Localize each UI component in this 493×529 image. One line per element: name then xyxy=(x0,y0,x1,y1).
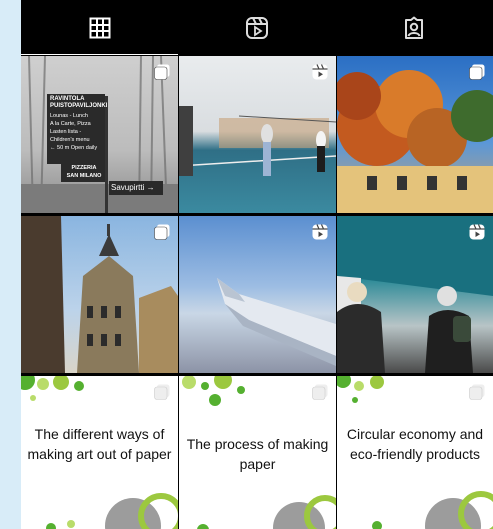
carousel-icon xyxy=(469,64,485,85)
reel-icon xyxy=(312,64,328,85)
post-tile[interactable]: RAVINTOLA PUISTOPAVILJONKI Lounas - Lunc… xyxy=(21,56,178,213)
tab-reels[interactable] xyxy=(178,0,335,55)
reel-icon xyxy=(469,224,485,245)
carousel-icon xyxy=(312,384,328,405)
sign-street: Savupirtti → xyxy=(111,183,155,192)
post-caption: Circular economy and eco-friendly produc… xyxy=(346,426,484,462)
post-tile[interactable] xyxy=(179,56,336,213)
carousel-icon xyxy=(154,64,170,85)
sign-pizzeria: PIZZERIA SAN MILANO xyxy=(66,165,102,179)
profile-content: RAVINTOLA PUISTOPAVILJONKI Lounas - Lunc… xyxy=(21,0,493,529)
reel-icon xyxy=(312,224,328,245)
post-caption: The different ways of making art out of … xyxy=(27,426,172,462)
carousel-icon xyxy=(154,224,170,245)
post-tile[interactable] xyxy=(337,216,493,373)
post-tile[interactable] xyxy=(337,56,493,213)
reels-icon xyxy=(245,16,268,39)
profile-tab-bar xyxy=(21,0,493,55)
post-tile[interactable]: The process of making paper xyxy=(179,376,336,529)
tab-tagged[interactable] xyxy=(335,0,492,55)
carousel-icon xyxy=(154,384,170,405)
sign-title: RAVINTOLA PUISTOPAVILJONKI xyxy=(50,96,108,109)
tagged-icon xyxy=(404,16,423,39)
carousel-icon xyxy=(469,384,485,405)
post-tile[interactable]: Circular economy and eco-friendly produc… xyxy=(337,376,493,529)
post-tile[interactable]: The different ways of making art out of … xyxy=(21,376,178,529)
post-caption: The process of making paper xyxy=(186,436,329,472)
post-tile[interactable] xyxy=(179,216,336,373)
sign-menu: Lounas - Lunch A la Carte, Pizza Lasten … xyxy=(50,113,98,151)
post-tile[interactable] xyxy=(21,216,178,373)
grid-icon xyxy=(89,17,110,38)
tab-posts-grid[interactable] xyxy=(21,0,178,55)
